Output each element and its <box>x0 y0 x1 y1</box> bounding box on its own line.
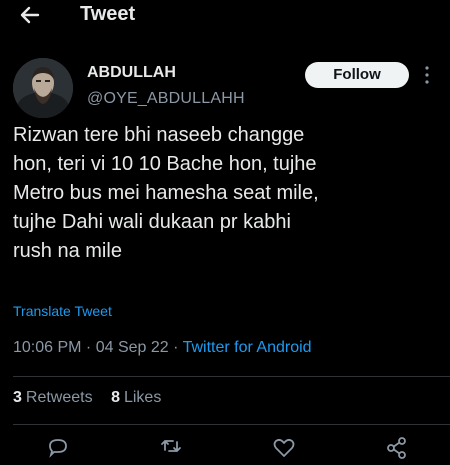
tweet-metadata: 10:06 PM · 04 Sep 22 · Twitter for Andro… <box>13 339 312 357</box>
avatar[interactable] <box>13 58 73 118</box>
tweet-text: Rizwan tere bhi naseeb changge hon, teri… <box>13 121 438 266</box>
likes-label: Likes <box>123 389 162 406</box>
meta-separator: · <box>81 339 96 356</box>
translate-tweet-link[interactable]: Translate Tweet <box>13 303 112 319</box>
author-handle[interactable]: @OYE_ABDULLAHH <box>87 90 245 108</box>
like-icon[interactable] <box>272 436 296 460</box>
retweets-stat[interactable]: 3 Retweets <box>13 389 93 407</box>
tweet-line: rush na mile <box>13 240 122 262</box>
author-display-name[interactable]: ABDULLAH <box>87 64 176 82</box>
divider <box>13 376 450 377</box>
retweets-label: Retweets <box>25 389 93 406</box>
engagement-stats: 3 Retweets 8 Likes <box>13 389 175 407</box>
tweet-line: tujhe Dahi wali dukaan pr kabhi <box>13 211 291 233</box>
retweet-icon[interactable] <box>159 436 183 460</box>
tweet-date: 04 Sep 22 <box>95 339 169 356</box>
tweet-time: 10:06 PM <box>13 339 82 356</box>
back-arrow-icon[interactable] <box>16 2 44 28</box>
follow-button[interactable]: Follow <box>305 62 409 88</box>
page-title: Tweet <box>80 3 136 25</box>
tweet-line: hon, teri vi 10 10 Bache hon, tujhe <box>13 153 317 175</box>
tweet-line: Rizwan tere bhi naseeb changge <box>13 124 305 146</box>
more-options-icon[interactable] <box>420 64 434 86</box>
action-bar <box>0 436 450 459</box>
retweets-count: 3 <box>13 389 22 406</box>
likes-stat[interactable]: 8 Likes <box>111 389 161 407</box>
meta-separator: · <box>168 339 183 356</box>
reply-icon[interactable] <box>46 436 70 460</box>
share-icon[interactable] <box>385 436 409 460</box>
tweet-line: Metro bus mei hamesha seat mile, <box>13 182 319 204</box>
tweet-source-link[interactable]: Twitter for Android <box>183 339 312 356</box>
likes-count: 8 <box>111 389 120 406</box>
top-bar: Tweet <box>0 0 450 30</box>
divider <box>13 424 450 425</box>
